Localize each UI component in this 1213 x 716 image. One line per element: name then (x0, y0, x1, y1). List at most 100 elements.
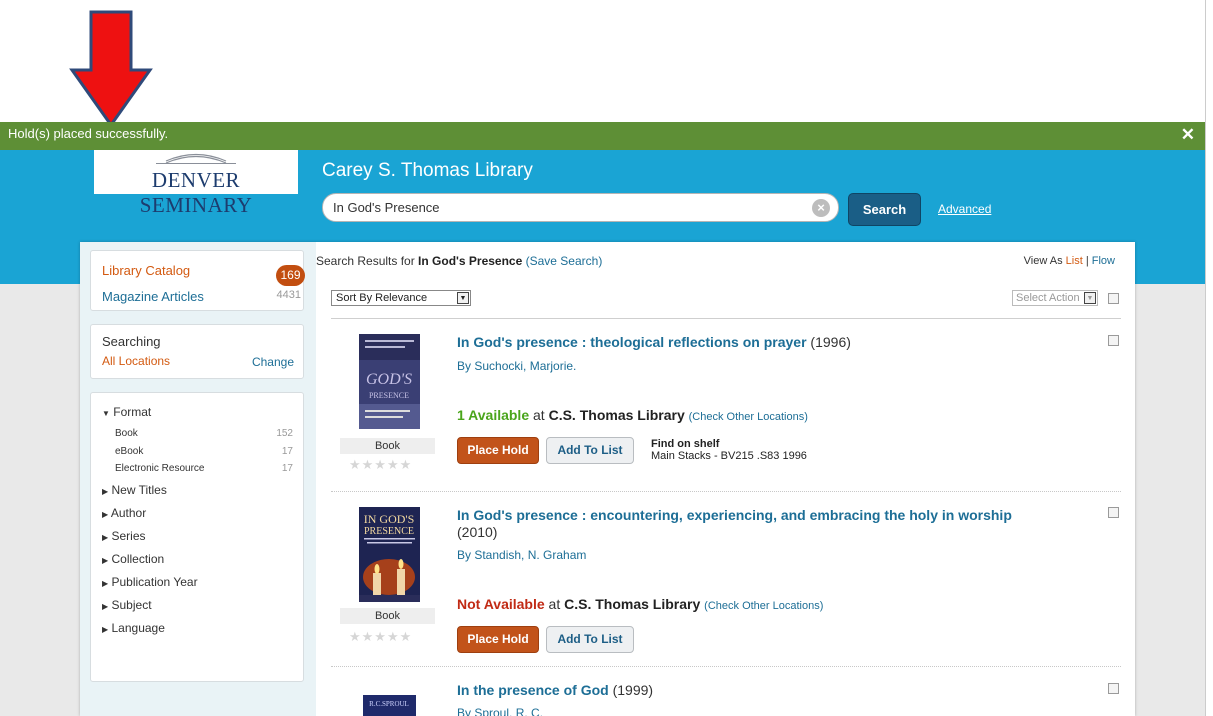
result-author-link[interactable]: By Sproul, R. C. (457, 706, 543, 716)
library-catalog-count-badge: 169 (276, 265, 305, 286)
facet-publication-year[interactable]: ▶ Publication Year (102, 575, 198, 589)
facet-count: 17 (281, 463, 293, 474)
results-header: Search Results for In God's Presence (Sa… (316, 254, 602, 268)
facet-new-titles[interactable]: ▶ New Titles (102, 483, 167, 497)
result-title-link[interactable]: In God's presence : encountering, experi… (457, 507, 1012, 523)
result-author-link[interactable]: By Suchocki, Marjorie. (457, 359, 576, 373)
dropdown-arrow-icon: ▼ (1084, 292, 1096, 304)
search-input-value: In God's Presence (333, 200, 440, 215)
view-as-toggle: View As List | Flow (1023, 255, 1115, 267)
view-as-label: View As (1023, 255, 1063, 267)
result-year: (2010) (457, 524, 498, 540)
searching-label: Searching (102, 334, 161, 349)
availability-line: 1 Available at C.S. Thomas Library (Chec… (457, 407, 808, 423)
facet-format-ebook[interactable]: eBook (115, 446, 143, 457)
result-year: (1996) (810, 334, 851, 350)
availability-location: C.S. Thomas Library (564, 596, 701, 612)
availability-line: Not Available at C.S. Thomas Library (Ch… (457, 596, 824, 612)
check-other-locations-link[interactable]: (Check Other Locations) (689, 411, 808, 423)
close-icon[interactable]: ✕ (1181, 123, 1195, 147)
svg-text:GOD'S: GOD'S (366, 371, 412, 388)
advanced-search-link[interactable]: Advanced (938, 202, 991, 216)
format-label: Book (340, 608, 435, 624)
results-query: In God's Presence (418, 254, 523, 268)
divider (331, 318, 1121, 319)
select-action-dropdown[interactable]: Select Action ▼ (1012, 290, 1098, 306)
availability-status: Not Available (457, 596, 545, 612)
page: Hold(s) placed successfully. ✕ DENVER SE… (0, 0, 1213, 716)
add-to-list-button[interactable]: Add To List (546, 626, 634, 653)
rating-stars[interactable]: ★★★★★ (349, 629, 412, 645)
clear-search-icon[interactable]: × (812, 199, 830, 217)
result-title-link[interactable]: In the presence of God (457, 682, 609, 698)
result-title: In the presence of God (1999) (457, 682, 1017, 699)
result-title: In God's presence : theological reflecti… (457, 334, 1017, 351)
shelf-label: Find on shelf (651, 438, 720, 450)
success-notification-bar: Hold(s) placed successfully. ✕ (0, 122, 1205, 150)
facet-format-book[interactable]: Book (115, 428, 138, 439)
sidebar: Library Catalog 169 Magazine Articles 44… (80, 242, 316, 716)
place-hold-button[interactable]: Place Hold (457, 626, 539, 653)
facet-language[interactable]: ▶ Language (102, 621, 165, 635)
result-checkbox[interactable] (1108, 507, 1119, 518)
save-search-link[interactable]: (Save Search) (526, 254, 603, 268)
result-title-link[interactable]: In God's presence : theological reflecti… (457, 334, 807, 350)
results-prefix: Search Results for (316, 254, 419, 268)
caret-right-icon: ▶ (102, 487, 109, 496)
facet-series[interactable]: ▶ Series (102, 529, 146, 543)
search-button[interactable]: Search (848, 193, 921, 226)
caret-right-icon: ▶ (102, 533, 109, 542)
location-value: All Locations (102, 354, 171, 368)
divider (331, 491, 1121, 492)
window-scrollbar[interactable] (1205, 0, 1213, 716)
sort-select[interactable]: Sort By Relevance ▼ (331, 290, 471, 306)
result-title: In God's presence : encountering, experi… (457, 507, 1017, 541)
place-hold-button[interactable]: Place Hold (457, 437, 539, 464)
shelf-info: Find on shelf Main Stacks - BV215 .S83 1… (651, 438, 807, 462)
facet-count: 17 (281, 446, 293, 457)
result-checkbox[interactable] (1108, 335, 1119, 346)
caret-right-icon: ▶ (102, 510, 109, 519)
view-flow-link[interactable]: Flow (1092, 255, 1115, 267)
facet-author[interactable]: ▶ Author (102, 506, 146, 520)
result-author-link[interactable]: By Standish, N. Graham (457, 548, 586, 562)
caret-right-icon: ▶ (102, 602, 109, 611)
result-checkbox[interactable] (1108, 683, 1119, 694)
select-all-checkbox[interactable] (1108, 293, 1119, 304)
facet-format[interactable]: ▼ Format (102, 405, 151, 419)
facet-format-electronic-resource[interactable]: Electronic Resource (115, 463, 204, 474)
dropdown-arrow-icon: ▼ (457, 292, 469, 304)
book-cover-image[interactable]: R.C.SPROUL (359, 695, 420, 716)
svg-text:PRESENCE: PRESENCE (364, 526, 414, 537)
facet-subject[interactable]: ▶ Subject (102, 598, 152, 612)
view-list-link[interactable]: List (1066, 255, 1083, 267)
facets-box: ▼ Format Book 152 eBook 17 Electronic Re… (90, 392, 304, 682)
magazine-articles-count: 4431 (276, 289, 301, 301)
check-other-locations-link[interactable]: (Check Other Locations) (704, 600, 823, 612)
caret-down-icon: ▼ (102, 409, 110, 418)
source-library-catalog[interactable]: Library Catalog (102, 263, 190, 278)
search-input[interactable]: In God's Presence × (322, 193, 839, 222)
book-cover-image[interactable]: IN GOD'S PRESENCE (359, 507, 420, 602)
source-selector: Library Catalog 169 Magazine Articles 44… (90, 250, 305, 311)
facet-collection[interactable]: ▶ Collection (102, 552, 164, 566)
rating-stars[interactable]: ★★★★★ (349, 457, 412, 473)
svg-text:R.C.SPROUL: R.C.SPROUL (369, 700, 409, 708)
availability-location: C.S. Thomas Library (548, 407, 685, 423)
caret-right-icon: ▶ (102, 625, 109, 634)
change-location-link[interactable]: Change (252, 355, 294, 369)
location-box: Searching All Locations Change (90, 324, 304, 379)
logo-lines-icon (156, 153, 236, 164)
result-year: (1999) (612, 682, 654, 698)
facet-count: 152 (276, 428, 293, 439)
format-label: Book (340, 438, 435, 454)
book-cover-image[interactable]: GOD'S PRESENCE (359, 334, 420, 429)
source-magazine-articles[interactable]: Magazine Articles (102, 289, 204, 304)
library-logo[interactable]: DENVER SEMINARY (94, 150, 298, 217)
library-title: Carey S. Thomas Library (322, 160, 533, 181)
svg-text:IN GOD'S: IN GOD'S (364, 512, 415, 526)
red-down-arrow-annotation (69, 10, 153, 128)
shelf-location: Main Stacks - BV215 .S83 1996 (651, 450, 807, 462)
add-to-list-button[interactable]: Add To List (546, 437, 634, 464)
caret-right-icon: ▶ (102, 556, 109, 565)
